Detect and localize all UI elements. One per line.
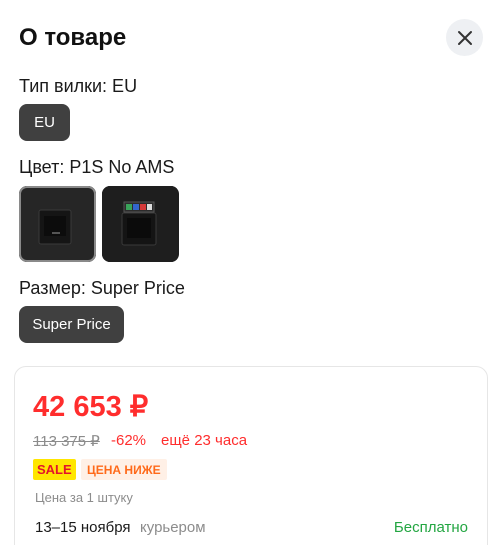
lower-price-badge: ЦЕНА НИЖЕ — [81, 459, 167, 480]
sale-badge: SALE — [33, 459, 76, 480]
delivery-price: Бесплатно — [393, 519, 468, 536]
delivery-method: курьером — [140, 519, 206, 536]
printer-thumbnail — [19, 186, 96, 262]
sale-timer: ещё 23 часа — [161, 432, 248, 449]
plug-type-label: Тип вилки: EU — [19, 76, 138, 96]
delivery-date: 13–15 ноября — [35, 519, 131, 536]
color-option-p1s-ams[interactable] — [102, 186, 179, 262]
size-option-super-price[interactable]: Super Price — [19, 306, 124, 343]
current-price: 42 653 ₽ — [33, 391, 149, 423]
close-button[interactable] — [446, 19, 483, 56]
size-label: Размер: Super Price — [19, 278, 185, 298]
plug-option-eu[interactable]: EU — [19, 104, 70, 141]
price-card: 42 653 ₽ 113 375 ₽ -62% ещё 23 часа SALE… — [14, 366, 488, 545]
color-label: Цвет: P1S No AMS — [19, 157, 175, 177]
page-title: О товаре — [19, 24, 127, 51]
printer-ams-thumbnail — [102, 186, 177, 262]
color-option-p1s-no-ams[interactable] — [19, 186, 96, 262]
discount-percent: -62% — [111, 432, 147, 449]
old-price: 113 375 ₽ — [33, 433, 100, 450]
unit-price-note: Цена за 1 штуку — [35, 490, 133, 505]
close-icon — [457, 30, 472, 45]
